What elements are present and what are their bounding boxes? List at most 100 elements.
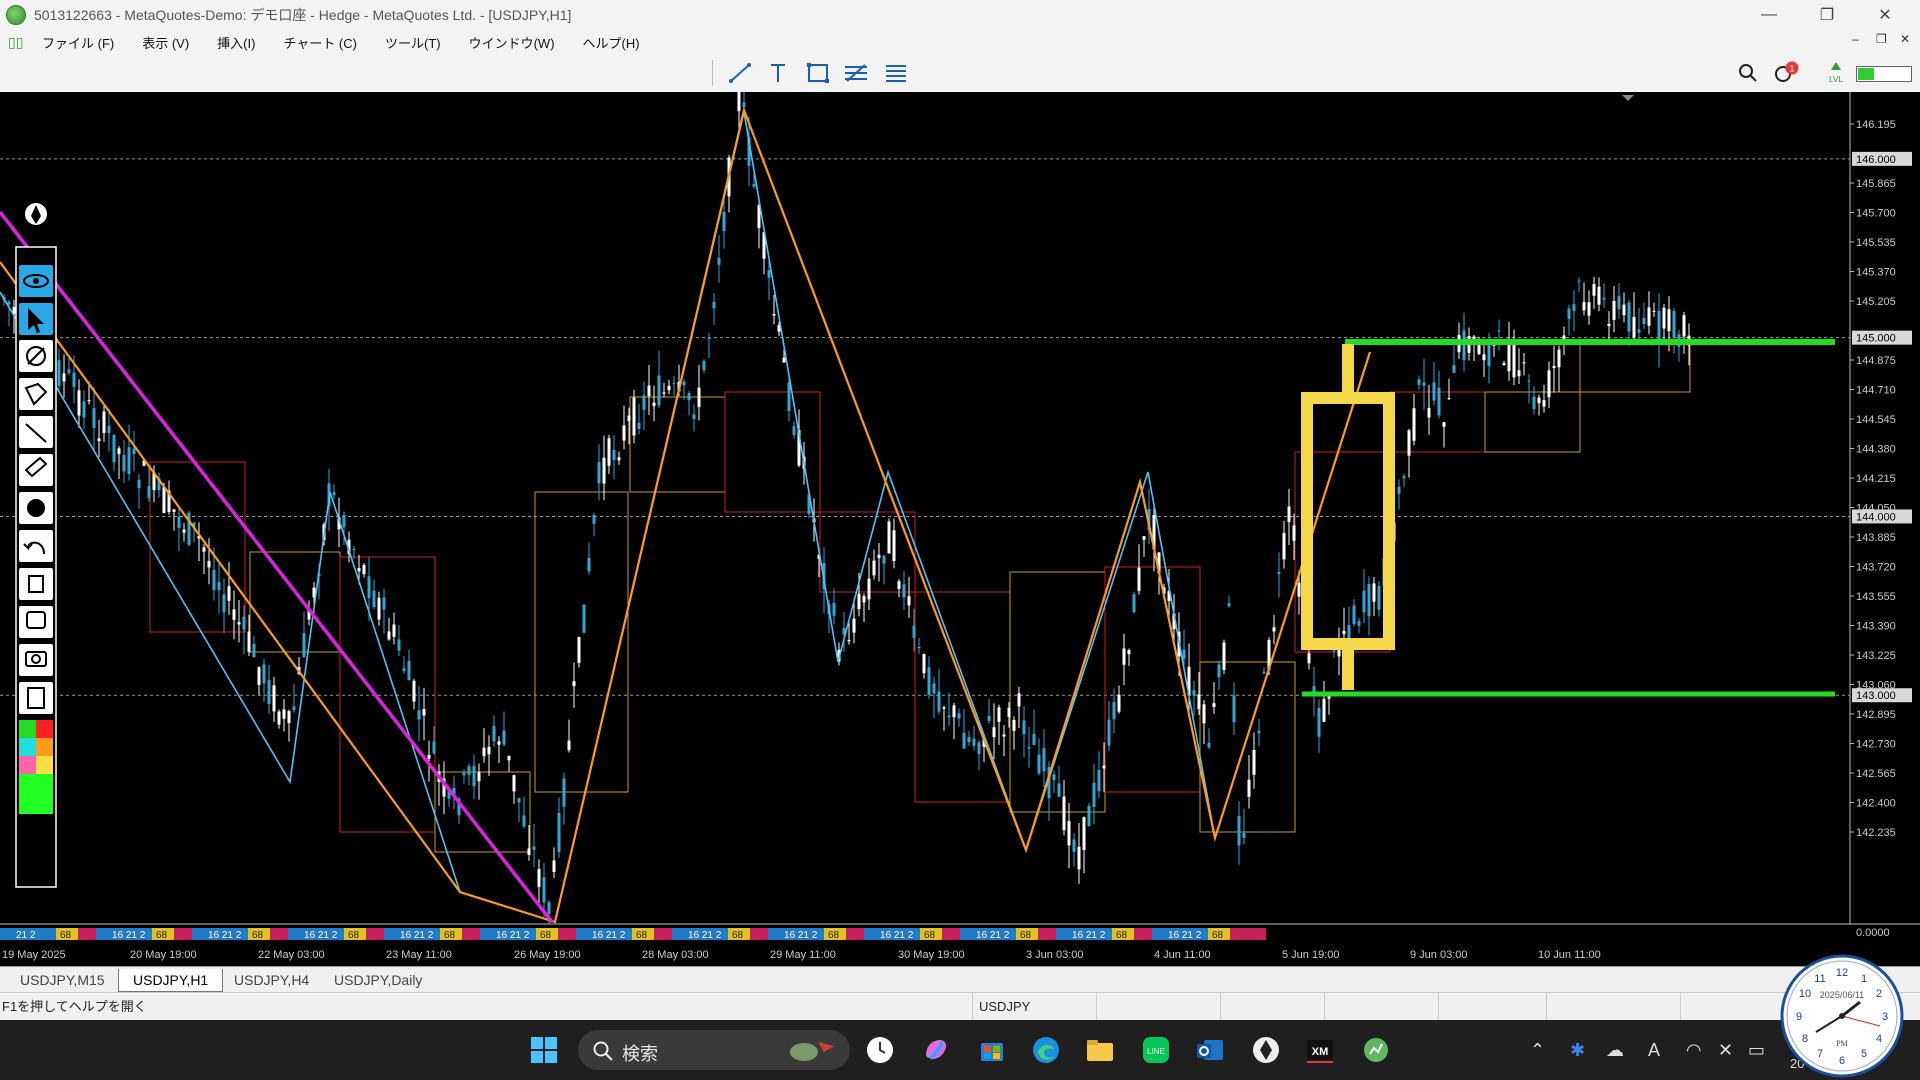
menu-window[interactable]: ウインドウ(W) — [455, 33, 569, 52]
clock-date: 2025/06/11 — [1820, 990, 1864, 1000]
ruler-icon[interactable] — [19, 454, 53, 486]
windows-start-icon[interactable] — [528, 1034, 560, 1066]
menu-help[interactable]: ヘルプ(H) — [569, 33, 654, 52]
candle-body — [1317, 708, 1321, 737]
connection-status-bar — [1856, 66, 1912, 82]
time-axis-label: 4 Jun 11:00 — [1154, 949, 1211, 961]
candle-body — [997, 707, 1001, 722]
menu-chart[interactable]: チャート (C) — [269, 33, 371, 52]
tab-usdjpy-h1[interactable]: USDJPY,H1 — [118, 969, 224, 992]
bluetooth-icon[interactable]: ✱ — [1570, 1040, 1585, 1061]
tab-usdjpy-h4[interactable]: USDJPY,H4 — [220, 969, 323, 991]
tab-usdjpy-daily[interactable]: USDJPY,Daily — [320, 969, 436, 991]
wifi-icon[interactable]: ◠ — [1686, 1040, 1702, 1061]
candle-body — [782, 357, 786, 363]
price-chart[interactable]: 146.000145.000144.000143.000146.195145.8… — [0, 92, 1920, 966]
session-label: 68 — [156, 930, 168, 941]
shape-tool-icon[interactable] — [804, 60, 832, 86]
color-swatch[interactable] — [36, 738, 53, 756]
mdi-restore-button[interactable]: ❐ — [1876, 32, 1887, 46]
copilot-icon[interactable] — [920, 1034, 952, 1066]
minimize-button[interactable]: — — [1740, 0, 1798, 30]
close-button[interactable]: ✕ — [1856, 0, 1914, 30]
candle-body — [722, 211, 726, 231]
edge-browser-icon[interactable] — [1030, 1034, 1062, 1066]
color-swatch[interactable] — [19, 756, 36, 774]
onedrive-icon[interactable]: ☁ — [1606, 1040, 1624, 1061]
more-tools-icon[interactable] — [882, 60, 910, 86]
candle-body — [462, 772, 466, 776]
price-axis-label: 145.535 — [1856, 237, 1896, 249]
train-icon[interactable] — [19, 606, 53, 638]
taskbar-search-box[interactable]: 検索 — [578, 1030, 850, 1070]
metatrader-taskbar-icon[interactable] — [1360, 1034, 1392, 1066]
candle-body — [772, 313, 776, 316]
candle-body — [1362, 590, 1366, 613]
candle-body — [222, 594, 226, 613]
notification-icon[interactable]: 1 — [1772, 60, 1800, 86]
text-tool-icon[interactable] — [764, 60, 792, 86]
color-swatch[interactable] — [36, 756, 53, 774]
candle-body — [1117, 694, 1121, 712]
tray-overflow-icon[interactable]: ⌃ — [1530, 1040, 1545, 1061]
search-icon[interactable] — [1734, 60, 1762, 86]
candle-body — [1442, 422, 1446, 427]
menu-file[interactable]: ファイル (F) — [28, 33, 128, 52]
pen-tool-app-icon[interactable] — [1250, 1034, 1282, 1066]
time-axis-label: 29 May 11:00 — [770, 949, 836, 961]
line-app-icon[interactable]: LINE — [1140, 1034, 1172, 1066]
fibonacci-tool-icon[interactable] — [842, 60, 870, 86]
store-icon[interactable] — [976, 1034, 1008, 1066]
menu-tools[interactable]: ツール(T) — [371, 33, 455, 52]
color-swatch[interactable] — [36, 720, 53, 738]
tag-icon[interactable] — [19, 378, 53, 410]
camera-icon[interactable] — [19, 644, 53, 676]
clock-app-icon[interactable] — [864, 1034, 896, 1066]
file-explorer-icon[interactable] — [1084, 1034, 1116, 1066]
candle-body — [1547, 370, 1551, 398]
candle-body — [517, 798, 521, 803]
mdi-close-button[interactable]: ✕ — [1900, 32, 1910, 46]
status-cell — [1324, 993, 1441, 1021]
speaker-icon[interactable]: ✕ — [1718, 1040, 1733, 1061]
menu-insert[interactable]: 挿入(I) — [203, 33, 269, 52]
candle-body — [847, 639, 851, 642]
maximize-button[interactable]: ❐ — [1798, 0, 1856, 30]
svg-text:3: 3 — [1882, 1011, 1888, 1023]
candle-body — [1102, 765, 1106, 769]
level-price-label: 146.000 — [1856, 154, 1896, 166]
color-swatch[interactable] — [19, 720, 36, 738]
session-label: 68 — [1020, 930, 1032, 941]
status-help-text: F1を押してヘルプを開く — [2, 999, 147, 1014]
session-label: 68 — [1212, 930, 1224, 941]
candle-body — [1432, 382, 1436, 401]
candle-body — [1602, 297, 1606, 300]
candle-body — [1397, 486, 1401, 494]
current-color-swatch[interactable] — [19, 774, 53, 814]
trendline-tool-icon[interactable] — [726, 60, 754, 86]
undo-icon[interactable] — [19, 530, 53, 562]
battery-icon[interactable]: ▭ — [1748, 1040, 1765, 1061]
xm-trading-icon[interactable]: XM — [1304, 1034, 1336, 1066]
status-symbol: USDJPY — [972, 993, 1099, 1021]
candle-body — [492, 725, 496, 742]
clipboard-icon[interactable] — [19, 682, 53, 714]
outlook-icon[interactable] — [1194, 1034, 1226, 1066]
price-axis-label: 143.390 — [1856, 621, 1896, 633]
color-swatch[interactable] — [19, 738, 36, 756]
menu-view[interactable]: 表示 (V) — [128, 33, 203, 52]
candle-body — [892, 530, 896, 561]
candle-body — [262, 664, 266, 684]
candle-body — [682, 381, 686, 386]
session-label: 68 — [348, 930, 360, 941]
candle-body — [937, 691, 941, 712]
chart-window[interactable]: 146.000 145.000 144.000 143.000 146.195 145.8… — [0, 92, 1920, 966]
ime-icon[interactable]: A — [1648, 1040, 1660, 1061]
mdi-minimize-button[interactable]: – — [1852, 32, 1859, 46]
candle-body — [1042, 748, 1046, 772]
candle-body — [1227, 603, 1231, 607]
tab-usdjpy-m15[interactable]: USDJPY,M15 — [6, 969, 119, 991]
session-ny-block — [1230, 928, 1266, 940]
trash-icon[interactable] — [19, 568, 53, 600]
candle-body — [277, 711, 281, 725]
